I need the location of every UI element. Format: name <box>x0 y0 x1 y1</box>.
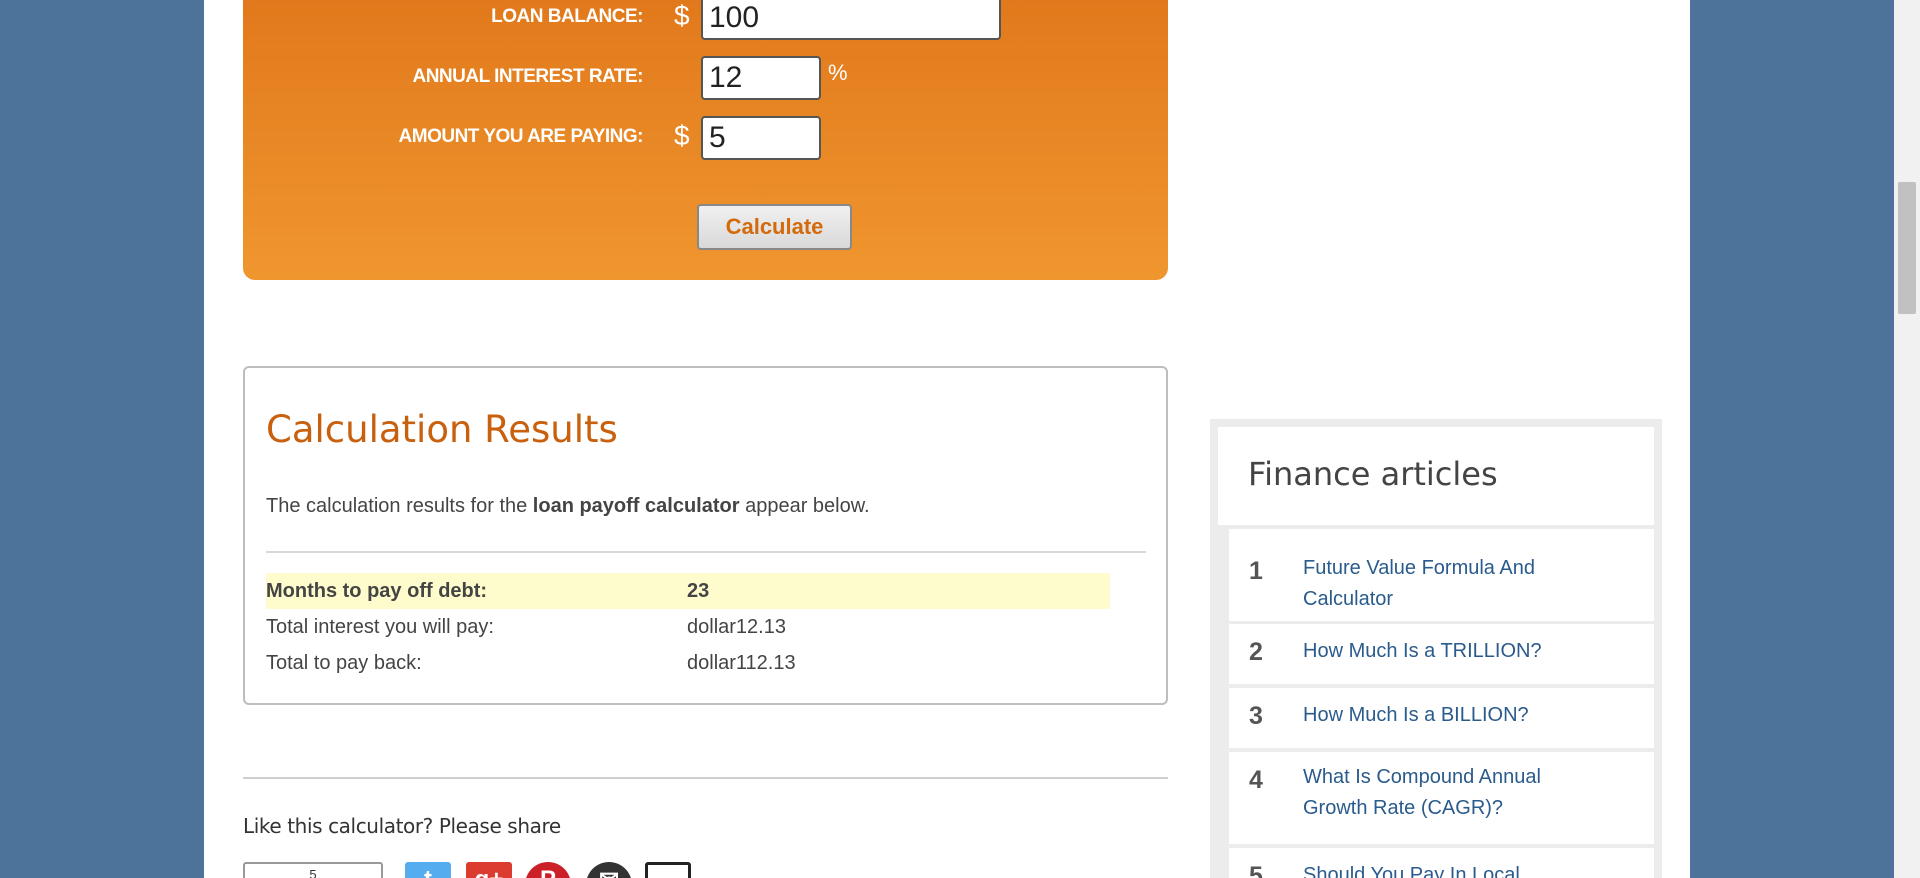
result-label: Months to pay off debt: <box>266 580 488 602</box>
loan-balance-input[interactable] <box>701 0 1001 40</box>
payment-dollar-sign: $ <box>674 120 690 151</box>
page-scrollbar[interactable] <box>1894 0 1920 878</box>
result-row-months: Months to pay off debt: 23 <box>266 573 1110 609</box>
share-count: 5 <box>243 862 383 878</box>
result-label: Total to pay back: <box>266 652 422 674</box>
article-item[interactable]: 5 Should You Pay In Local <box>1229 848 1654 878</box>
twitter-icon[interactable]: t <box>405 862 451 878</box>
result-row-total-interest: Total interest you will pay: dollar12.13 <box>266 609 1110 645</box>
article-number: 2 <box>1249 638 1263 666</box>
pinterest-icon[interactable]: P <box>525 862 571 878</box>
share-title: Like this calculator? Please share <box>243 814 561 838</box>
percent-sign: % <box>828 60 848 85</box>
email-icon[interactable]: ✉ <box>586 862 632 878</box>
result-label: Total interest you will pay: <box>266 616 494 638</box>
interest-rate-label: ANNUAL INTEREST RATE: <box>412 66 643 87</box>
finance-articles-sidebar: Finance articles 1 Future Value Formula … <box>1210 419 1662 878</box>
article-link[interactable]: How Much Is a BILLION? <box>1303 700 1593 731</box>
results-divider <box>266 551 1146 553</box>
sidebar-title: Finance articles <box>1248 455 1498 493</box>
result-value: dollar12.13 <box>687 616 786 638</box>
payment-amount-label: AMOUNT YOU ARE PAYING: <box>398 126 644 147</box>
article-link[interactable]: Should You Pay In Local <box>1303 860 1593 878</box>
scrollbar-thumb[interactable] <box>1898 182 1916 314</box>
google-plus-icon[interactable]: g+ <box>466 862 512 878</box>
article-number: 1 <box>1249 557 1263 585</box>
calculate-button[interactable]: Calculate <box>697 204 852 250</box>
article-item[interactable]: 3 How Much Is a BILLION? <box>1229 688 1654 748</box>
results-intro: The calculation results for the loan pay… <box>266 495 870 518</box>
print-icon[interactable] <box>645 862 691 878</box>
article-number: 3 <box>1249 702 1263 730</box>
payment-amount-input[interactable] <box>701 116 821 160</box>
result-value: dollar112.13 <box>687 652 796 674</box>
results-intro-calculator-name: loan payoff calculator <box>532 495 740 517</box>
share-divider <box>243 777 1168 779</box>
article-number: 4 <box>1249 766 1263 794</box>
article-number: 5 <box>1249 862 1263 878</box>
results-title: Calculation Results <box>266 408 618 451</box>
article-link[interactable]: Future Value Formula And Calculator <box>1303 553 1593 615</box>
results-intro-text: The calculation results for the <box>266 495 533 517</box>
article-link[interactable]: What Is Compound Annual Growth Rate (CAG… <box>1303 762 1593 824</box>
article-link[interactable]: How Much Is a TRILLION? <box>1303 636 1593 667</box>
page-content: LOAN BALANCE: $ ANNUAL INTEREST RATE: % … <box>204 0 1690 878</box>
loan-balance-dollar-sign: $ <box>674 0 690 31</box>
article-item[interactable]: 4 What Is Compound Annual Growth Rate (C… <box>1229 752 1654 844</box>
results-intro-suffix: appear below. <box>739 495 870 517</box>
sidebar-header: Finance articles <box>1218 427 1654 525</box>
interest-rate-input[interactable] <box>701 56 821 100</box>
article-item[interactable]: 1 Future Value Formula And Calculator <box>1229 529 1654 621</box>
result-row-total-payback: Total to pay back: dollar112.13 <box>266 645 1110 681</box>
article-item[interactable]: 2 How Much Is a TRILLION? <box>1229 624 1654 684</box>
calculator-panel: LOAN BALANCE: $ ANNUAL INTEREST RATE: % … <box>243 0 1168 280</box>
result-value: 23 <box>687 580 710 602</box>
calculation-results-box: Calculation Results The calculation resu… <box>243 366 1168 705</box>
loan-balance-label: LOAN BALANCE: <box>491 6 643 27</box>
